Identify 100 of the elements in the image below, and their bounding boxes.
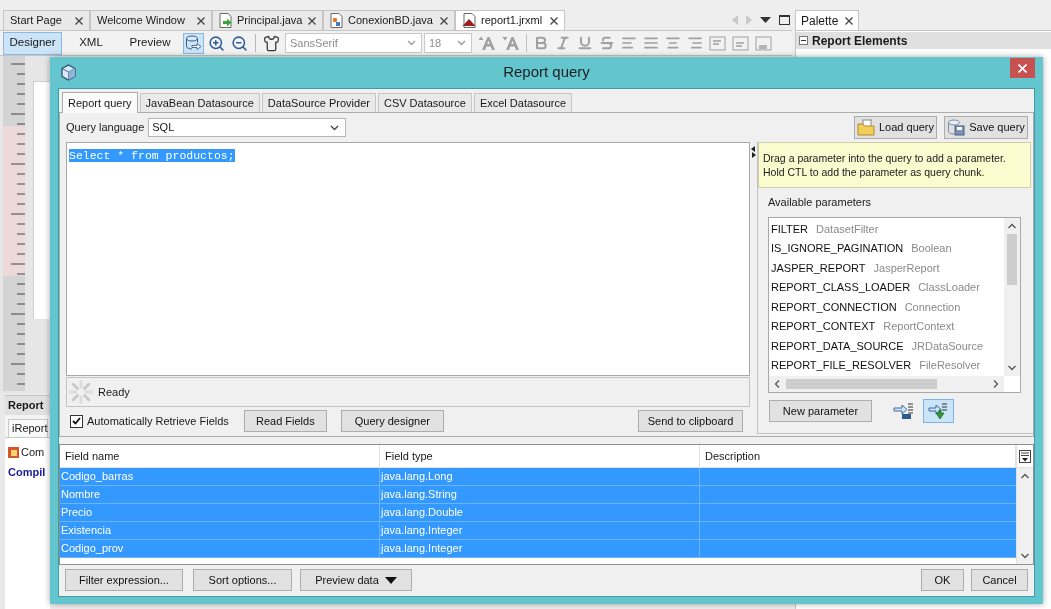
- parameter-item[interactable]: IS_IGNORE_PAGINATION Boolean: [768, 238, 1004, 258]
- cancel-button[interactable]: Cancel: [971, 569, 1028, 591]
- palette-tab[interactable]: Palette: [795, 10, 860, 30]
- table-cell: java.lang.Integer: [380, 540, 700, 557]
- parameter-name: REPORT_CLASS_LOADER: [770, 280, 911, 295]
- preview-data-button[interactable]: Preview data: [300, 569, 412, 591]
- align-left-icon[interactable]: [621, 35, 637, 51]
- class-file-icon: [330, 13, 344, 28]
- query-designer-button[interactable]: Query designer: [340, 410, 444, 432]
- table-cell: java.lang.String: [380, 486, 700, 503]
- view-tab[interactable]: Designer: [3, 31, 62, 55]
- align-right-icon[interactable]: [687, 35, 703, 51]
- parameter-item[interactable]: FILTER DatasetFilter: [768, 219, 1004, 239]
- dialog-button[interactable]: Sort options...: [193, 569, 292, 591]
- font-shrink-icon[interactable]: [502, 35, 520, 51]
- parameter-item[interactable]: REPORT_CLASS_LOADER ClassLoader: [768, 277, 1004, 297]
- checkbox[interactable]: [70, 414, 83, 428]
- parameter-type: ClassLoader: [918, 280, 980, 295]
- parameter-item[interactable]: JASPER_REPORT JasperReport: [768, 258, 1004, 278]
- parameter-name: JASPER_REPORT: [770, 260, 866, 276]
- query-language-dropdown[interactable]: SQL: [148, 118, 347, 137]
- close-icon[interactable]: [845, 16, 854, 25]
- column-menu-icon: [1019, 449, 1031, 463]
- table-cell: java.lang.Long: [380, 468, 700, 485]
- output-line: Compil: [8, 464, 47, 480]
- new-parameter-button[interactable]: New parameter: [768, 400, 872, 422]
- parameter-item[interactable]: REPORT_FILE_RESOLVER FileResolver: [768, 355, 1004, 375]
- editor-tab[interactable]: Principal.java: [212, 10, 323, 30]
- parameter-type: JRDataSource: [911, 338, 984, 354]
- italic-icon[interactable]: [555, 35, 571, 51]
- editor-tab[interactable]: Welcome Window: [90, 10, 212, 30]
- parameter-type: Boolean: [911, 241, 952, 256]
- checkbox-label[interactable]: Automatically Retrieve Fields: [87, 412, 229, 430]
- parameter-type: FileResolver: [919, 358, 981, 373]
- table-cell: Codigo_barras: [60, 468, 380, 485]
- view-tab[interactable]: Preview: [120, 31, 180, 55]
- dialog-button[interactable]: Filter expression...: [65, 569, 183, 591]
- editor-tab[interactable]: report1.jrxml: [455, 10, 565, 30]
- send-to-clipboard-button[interactable]: Send to clipboard: [638, 410, 743, 432]
- strikethrough-icon[interactable]: [599, 35, 615, 51]
- align-justify-icon[interactable]: [643, 35, 659, 51]
- vertical-scrollbar[interactable]: [1003, 218, 1020, 376]
- parameter-name: REPORT_FILE_RESOLVER: [770, 358, 912, 373]
- view-tab[interactable]: XML: [62, 31, 120, 55]
- ok-button[interactable]: OK: [921, 569, 964, 591]
- font-grow-icon[interactable]: [478, 35, 496, 51]
- underline-icon[interactable]: [577, 35, 593, 51]
- vertical-scrollbar[interactable]: [1017, 468, 1033, 564]
- close-button[interactable]: [1010, 58, 1035, 78]
- hint-text: Hold CTL to add the parameter as query chunk.: [762, 165, 986, 179]
- check-icon: [72, 417, 81, 425]
- collapse-icon[interactable]: [799, 36, 808, 45]
- arrow-down-list-icon: [928, 401, 949, 421]
- dialog-tab[interactable]: CSV Datasource: [377, 93, 472, 112]
- section-header[interactable]: Report Elements: [796, 32, 1051, 49]
- horizontal-scrollbar[interactable]: [768, 376, 1004, 392]
- zoom-out-icon: [231, 34, 248, 52]
- parameter-type: DatasetFilter: [816, 221, 879, 237]
- table-cell: java.lang.Integer: [380, 522, 700, 539]
- table-cell: Existencia: [60, 522, 380, 539]
- table-cell: Precio: [60, 504, 380, 521]
- parameter-type: JasperReport: [873, 260, 940, 276]
- parameter-item[interactable]: REPORT_CONTEXT ReportContext: [768, 316, 1004, 336]
- dialog-tab[interactable]: Report query: [62, 92, 138, 113]
- load-query-button[interactable]: Load query: [854, 116, 937, 139]
- table-cell: Codigo_prov: [60, 540, 380, 557]
- dialog-tab[interactable]: DataSource Provider: [261, 93, 376, 112]
- report-file-icon: [462, 13, 477, 28]
- parameter-name: REPORT_DATA_SOURCE: [770, 338, 904, 354]
- align-center-icon[interactable]: [665, 35, 681, 51]
- close-icon[interactable]: [440, 16, 448, 25]
- read-fields-button[interactable]: Read Fields: [243, 410, 327, 432]
- parameter-tool-button[interactable]: [922, 399, 954, 423]
- bold-icon[interactable]: [533, 35, 549, 51]
- cube-icon: [61, 64, 76, 81]
- output-line: Com: [21, 445, 45, 460]
- dialog-tab[interactable]: Excel Datasource: [473, 93, 573, 112]
- parameter-name: REPORT_CONNECTION: [770, 299, 897, 315]
- maximize-icon[interactable]: [779, 15, 790, 25]
- panel-title: Report: [8, 398, 44, 414]
- toolbar-button[interactable]: [183, 32, 204, 54]
- output-tab[interactable]: iReport: [8, 419, 49, 437]
- close-icon[interactable]: [75, 16, 83, 25]
- editor-tab[interactable]: Start Page: [3, 10, 90, 30]
- splitter-arrows-icon[interactable]: [751, 146, 756, 158]
- close-icon[interactable]: [550, 16, 558, 25]
- parameter-item[interactable]: REPORT_CONNECTION Connection: [768, 297, 1004, 317]
- folder-icon: [857, 119, 875, 136]
- dialog-tab[interactable]: JavaBean Datasource: [139, 93, 260, 112]
- caret-down-icon[interactable]: [760, 17, 771, 23]
- arrow-into-list-icon: [891, 402, 914, 420]
- database-arrow-icon: [185, 34, 202, 52]
- editor-tab[interactable]: ConexionBD.java: [323, 10, 455, 30]
- java-file-icon: [219, 13, 233, 28]
- parameter-item[interactable]: REPORT_DATA_SOURCE JRDataSource: [768, 336, 1004, 356]
- save-query-button[interactable]: Save query: [944, 116, 1028, 139]
- chevron-down-icon[interactable]: [330, 124, 340, 131]
- close-icon[interactable]: [197, 16, 205, 25]
- close-icon[interactable]: [308, 16, 316, 25]
- parameter-name: REPORT_CONTEXT: [770, 319, 876, 334]
